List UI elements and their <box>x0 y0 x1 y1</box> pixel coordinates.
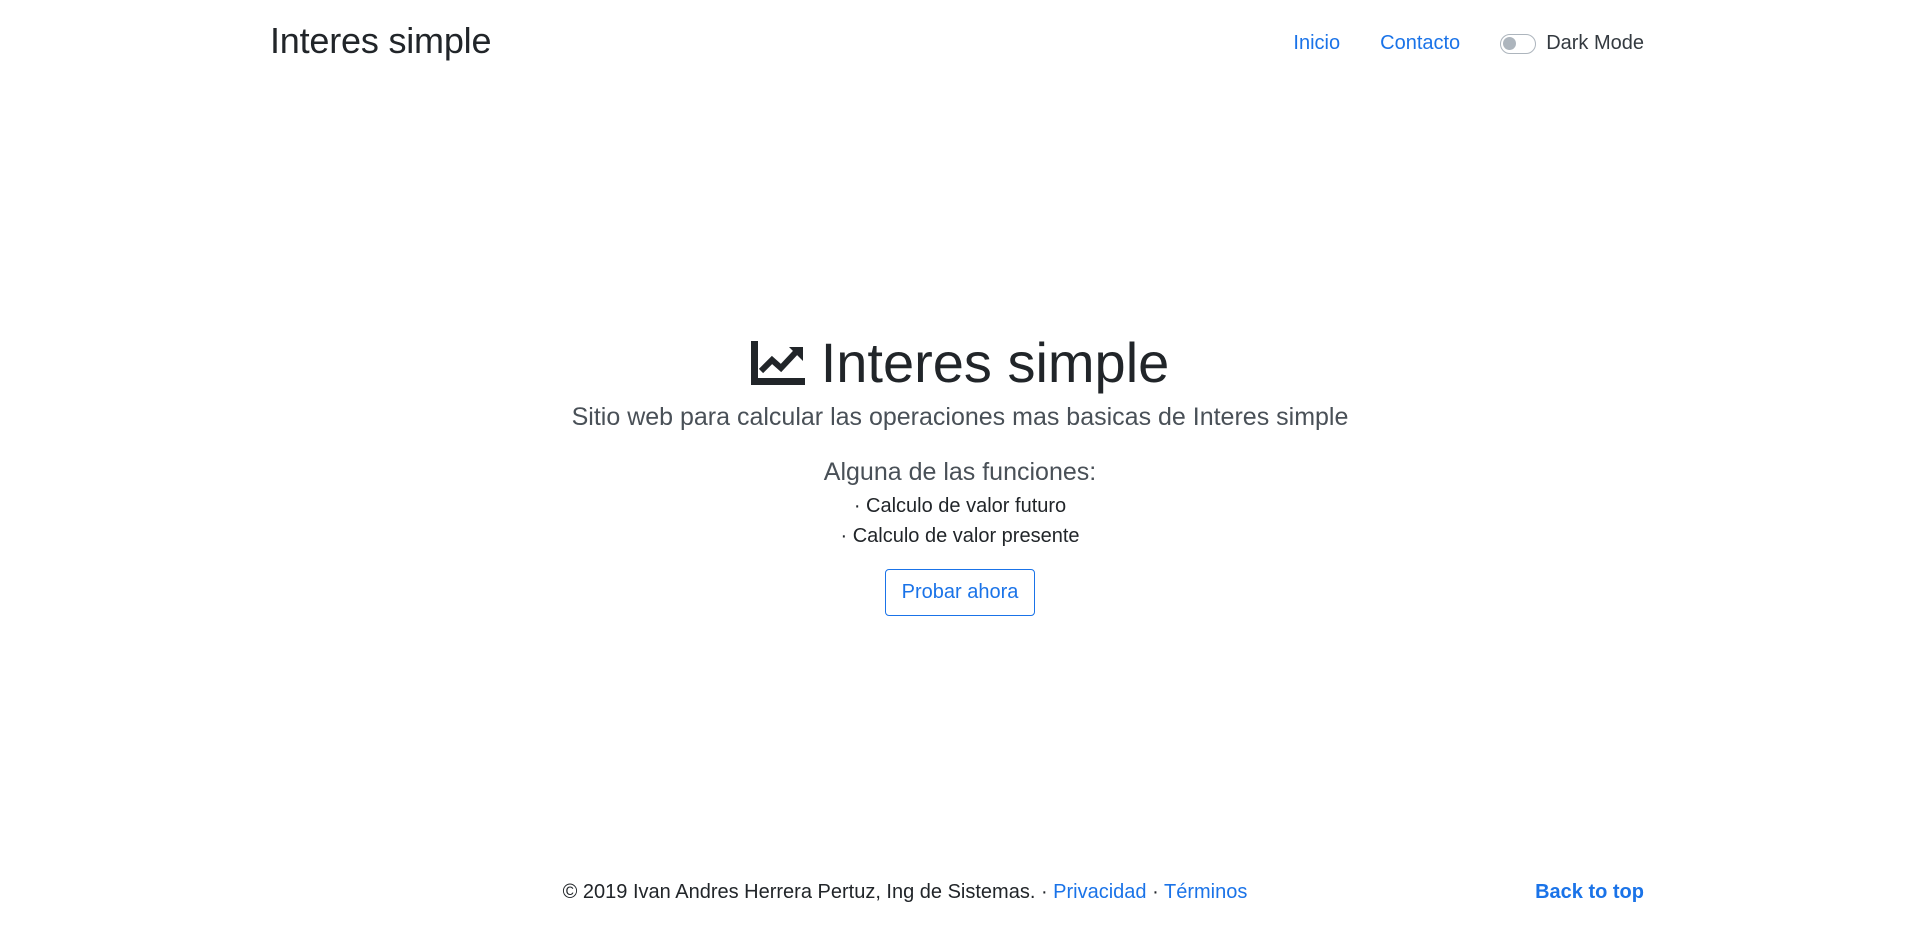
dark-mode-toggle[interactable] <box>1500 33 1537 54</box>
nav-link-inicio[interactable]: Inicio <box>1293 32 1340 55</box>
chart-line-icon <box>750 340 805 385</box>
toggle-knob <box>1503 36 1517 50</box>
back-to-top-link[interactable]: Back to top <box>1535 881 1644 904</box>
hero-lead: Sitio web para calcular las operaciones … <box>571 403 1349 431</box>
features-title: Alguna de las funciones: <box>823 458 1097 486</box>
probar-ahora-button[interactable]: Probar ahora <box>884 569 1036 616</box>
terminos-link[interactable]: Términos <box>1164 881 1247 903</box>
feature-item: · Calculo de valor presente <box>840 525 1080 547</box>
footer-separator: · <box>1146 881 1164 903</box>
footer-text-group: © 2019 Ivan Andres Herrera Pertuz, Ing d… <box>563 881 1248 904</box>
dark-mode-label[interactable]: Dark Mode <box>1546 32 1644 55</box>
copyright-text: © 2019 Ivan Andres Herrera Pertuz, Ing d… <box>562 881 1054 903</box>
privacidad-link[interactable]: Privacidad <box>1053 881 1146 903</box>
feature-item: · Calculo de valor futuro <box>853 495 1067 517</box>
hero-section: Interes simple Sitio web para calcular l… <box>0 330 1920 616</box>
nav-link-contacto[interactable]: Contacto <box>1380 32 1460 55</box>
nav-menu: Inicio Contacto Dark Mode <box>1293 32 1644 55</box>
page: Interes simple Inicio Contacto Dark Mode… <box>0 0 1920 942</box>
dark-mode-control: Dark Mode <box>1500 32 1644 55</box>
hero-title-text: Interes simple <box>820 331 1170 394</box>
brand-title[interactable]: Interes simple <box>270 20 491 62</box>
hero-title: Interes simple <box>750 330 1170 395</box>
